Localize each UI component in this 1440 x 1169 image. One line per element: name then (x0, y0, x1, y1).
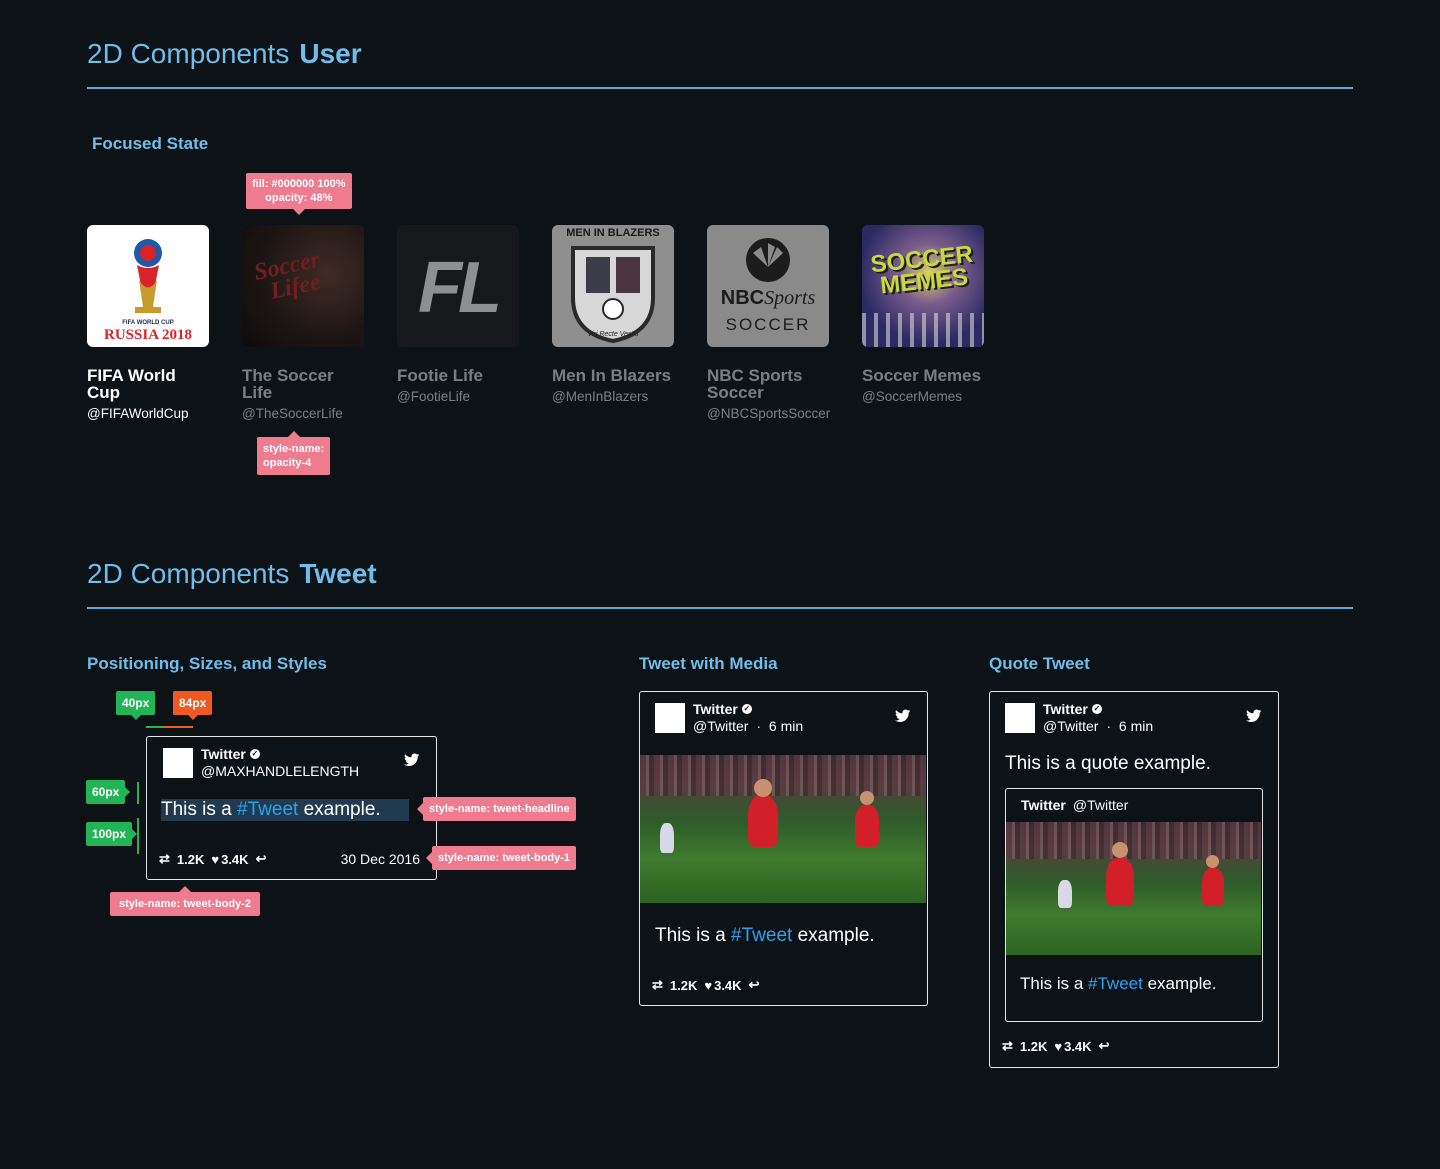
avatar-footie-life[interactable]: FL (397, 225, 519, 347)
avatar-men-in-blazers[interactable]: MEN IN BLAZERS Viri Recte Vestiti (552, 225, 674, 347)
tweet-media-image[interactable] (640, 755, 926, 903)
quoted-author-handle: @Twitter (1072, 797, 1129, 813)
tweet-headline: This is a #Tweet example. (161, 799, 409, 821)
section-divider (87, 87, 1353, 89)
twitter-bird-icon (1246, 709, 1262, 722)
tweet-card-media[interactable]: Twitter ✓ @Twitter · 6 min This is a #Tw… (639, 691, 928, 1006)
section-divider (87, 607, 1353, 609)
avatar (655, 703, 685, 733)
reply-icon[interactable]: ↩ (749, 977, 760, 993)
verified-icon: ✓ (1091, 704, 1102, 714)
tweet-author-name: Twitter (1043, 701, 1088, 717)
account-nbc-sports-soccer: NBC Sports Soccer @NBCSportsSoccer (707, 366, 831, 421)
twitter-bird-icon (404, 753, 420, 766)
quoted-tweet-text: This is a #Tweet example. (1020, 974, 1217, 993)
avatar-the-soccer-life[interactable]: Soccer Lifee (242, 225, 364, 347)
tweet-author-handle: @MAXHANDLELENGTH (201, 763, 360, 779)
twitter-bird-icon (895, 709, 911, 722)
annotation-tweet-body-1: style-name: tweet-body-1 (425, 846, 577, 870)
quoted-tweet[interactable]: Twitter @Twitter This is a #Tweet exampl… (1005, 788, 1263, 1022)
annotation-fill-opacity: fill: #000000 100% opacity: 48% (246, 173, 352, 215)
tweet-author-name: Twitter (693, 701, 738, 717)
annotation-84px: 84px (173, 691, 213, 720)
tweet-date: 30 Dec 2016 (340, 851, 420, 867)
tweet-author-handle: @Twitter (1043, 718, 1099, 734)
reply-icon[interactable]: ↩ (1099, 1038, 1110, 1054)
heart-icon[interactable]: ♥ (704, 978, 712, 993)
hashtag-link[interactable]: #Tweet (731, 925, 792, 946)
verified-icon: ✓ (249, 749, 260, 759)
measure-line (137, 818, 139, 854)
subtitle-focused-state: Focused State (92, 134, 209, 153)
annotation-tweet-headline: style-name: tweet-headline (417, 797, 576, 821)
retweet-icon[interactable]: ⇄ (159, 851, 170, 867)
avatar (163, 748, 193, 778)
reply-icon[interactable]: ↩ (256, 851, 267, 867)
retweet-icon[interactable]: ⇄ (652, 977, 663, 993)
tweet-author-name: Twitter (201, 746, 246, 762)
tweet-time: 6 min (1118, 718, 1154, 734)
annotation-60px: 60px (86, 780, 131, 804)
account-soccer-memes: Soccer Memes @SoccerMemes (862, 366, 982, 404)
subtitle-quote-tweet: Quote Tweet (989, 654, 1090, 673)
verified-icon: ✓ (741, 704, 752, 714)
tweet-card-quote[interactable]: Twitter ✓ @Twitter · 6 min This is a quo… (989, 691, 1279, 1068)
quoted-media-image[interactable] (1006, 822, 1261, 955)
focus-overlay (242, 225, 364, 347)
annotation-style-opacity-4: style-name: opacity-4 (257, 431, 331, 475)
tweet-metrics: ⇄ 1.2K ♥ 3.4K ↩ (1002, 1038, 1110, 1054)
hashtag-link[interactable]: #Tweet (1088, 974, 1143, 993)
annotation-100px: 100px (86, 822, 138, 846)
retweet-icon[interactable]: ⇄ (1002, 1038, 1013, 1054)
peacock-icon (746, 238, 790, 282)
shield-icon (571, 246, 655, 343)
fl-logo-icon: FL (418, 248, 502, 328)
hashtag-link[interactable]: #Tweet (237, 799, 298, 820)
subtitle-tweet-with-media: Tweet with Media (639, 654, 778, 673)
avatar-nbc-sports-soccer[interactable]: NBCSports SOCCER (707, 225, 829, 347)
section-title-tweet: 2D Components Tweet (87, 558, 377, 589)
tweet-time: 6 min (768, 718, 804, 734)
tweet-headline: This is a quote example. (1005, 753, 1211, 774)
tweet-headline: This is a #Tweet example. (655, 925, 875, 946)
measure-line (137, 782, 139, 804)
account-men-in-blazers: Men In Blazers @MenInBlazers (552, 366, 672, 404)
account-fifa-world-cup: FIFA World Cup @FIFAWorldCup (87, 366, 189, 421)
annotation-tweet-body-2: style-name: tweet-body-2 (110, 886, 261, 916)
subtitle-positioning: Positioning, Sizes, and Styles (87, 654, 327, 673)
tweet-metrics: ⇄ 1.2K ♥ 3.4K ↩ (159, 851, 267, 867)
account-footie-life: Footie Life @FootieLife (397, 366, 483, 404)
heart-icon[interactable]: ♥ (211, 852, 219, 867)
quoted-author-name: Twitter (1021, 797, 1066, 813)
avatar (1005, 703, 1035, 733)
annotation-40px: 40px (116, 691, 156, 720)
measure-line (163, 726, 193, 728)
section-title-user: 2D Components User (87, 38, 362, 69)
tweet-author-handle: @Twitter (693, 718, 749, 734)
tweet-card-spec[interactable]: Twitter ✓ @MAXHANDLELENGTH This is a #Tw… (146, 736, 437, 880)
avatar-fifa-world-cup[interactable]: FIFA WORLD CUP RUSSIA 2018 (87, 225, 209, 347)
tweet-metrics: ⇄ 1.2K ♥ 3.4K ↩ (652, 977, 760, 993)
heart-icon[interactable]: ♥ (1054, 1039, 1062, 1054)
account-the-soccer-life: The Soccer Life @TheSoccerLife (242, 366, 343, 421)
avatar-soccer-memes[interactable]: SOCCER MEMES (862, 225, 984, 347)
